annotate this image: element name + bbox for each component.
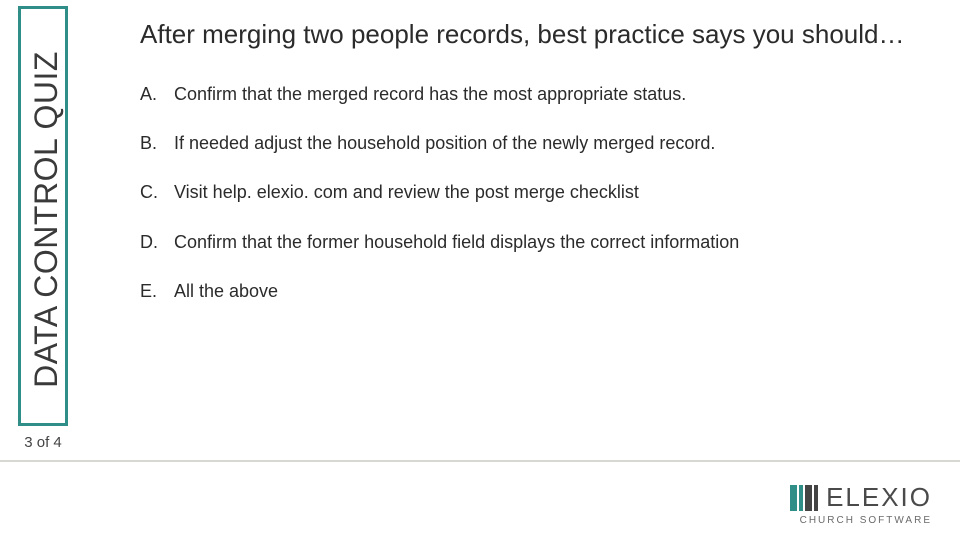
option-letter: B. <box>140 132 168 155</box>
footer-divider <box>0 460 960 462</box>
brand-tagline: CHURCH SOFTWARE <box>790 515 932 526</box>
option-letter: E. <box>140 280 168 303</box>
option-letter: C. <box>140 181 168 204</box>
question-text: After merging two people records, best p… <box>140 18 930 51</box>
brand-name: ELEXIO <box>826 482 932 513</box>
option-letter: D. <box>140 231 168 254</box>
option-e: E. All the above <box>140 280 930 303</box>
page-counter: 3 of 4 <box>18 434 68 451</box>
option-c: C. Visit help. elexio. com and review th… <box>140 181 930 204</box>
sidebar-title: DATA CONTROL QUIZ <box>28 51 65 388</box>
option-b: B. If needed adjust the household positi… <box>140 132 930 155</box>
option-text: Confirm that the merged record has the m… <box>168 83 930 106</box>
option-text: If needed adjust the household position … <box>168 132 930 155</box>
slide: DATA CONTROL QUIZ 3 of 4 After merging t… <box>0 0 960 540</box>
option-letter: A. <box>140 83 168 106</box>
option-d: D. Confirm that the former household fie… <box>140 231 930 254</box>
content-area: After merging two people records, best p… <box>110 18 930 329</box>
options-list: A. Confirm that the merged record has th… <box>140 83 930 304</box>
brand-logo: ELEXIO CHURCH SOFTWARE <box>790 482 932 526</box>
option-text: Confirm that the former household field … <box>168 231 930 254</box>
option-text: All the above <box>168 280 930 303</box>
bars-icon <box>790 485 820 511</box>
sidebar-title-wrap: DATA CONTROL QUIZ <box>21 9 71 429</box>
option-a: A. Confirm that the merged record has th… <box>140 83 930 106</box>
brand-logo-row: ELEXIO <box>790 482 932 513</box>
option-text: Visit help. elexio. com and review the p… <box>168 181 930 204</box>
sidebar-title-box: DATA CONTROL QUIZ <box>18 6 68 426</box>
